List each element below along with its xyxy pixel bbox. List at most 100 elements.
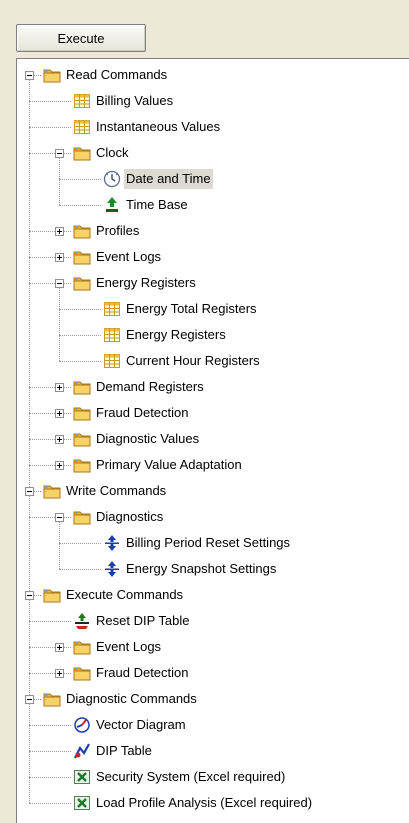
folder-icon <box>73 222 91 240</box>
expand-toggle[interactable] <box>55 253 64 262</box>
tree-connector <box>29 439 71 440</box>
tree-guide <box>29 600 30 699</box>
table-grid-icon <box>73 92 91 110</box>
tree-connector <box>34 491 41 492</box>
collapse-toggle[interactable] <box>55 279 64 288</box>
expand-toggle[interactable] <box>55 409 64 418</box>
tree-item-label[interactable]: Instantaneous Values <box>94 117 222 137</box>
tree-folder-label[interactable]: Diagnostic Commands <box>64 689 199 709</box>
time-base-icon <box>103 196 121 214</box>
tree-item-label[interactable]: Billing Period Reset Settings <box>124 533 292 553</box>
tree-connector <box>29 257 71 258</box>
table-grid-icon <box>103 326 121 344</box>
collapse-toggle[interactable] <box>25 695 34 704</box>
tree-connector <box>59 205 101 206</box>
tree-item-label[interactable]: Current Hour Registers <box>124 351 262 371</box>
excel-icon <box>73 794 91 812</box>
tree-connector <box>34 595 41 596</box>
tree-folder-label[interactable]: Demand Registers <box>94 377 206 397</box>
tree-connector <box>29 803 71 804</box>
tree-connector <box>29 647 71 648</box>
folder-icon <box>43 690 61 708</box>
tree-item-label[interactable]: DIP Table <box>94 741 154 761</box>
table-grid-icon <box>103 300 121 318</box>
expand-toggle[interactable] <box>55 669 64 678</box>
write-arrow-icon <box>103 560 121 578</box>
tree-item-label[interactable]: Security System (Excel required) <box>94 767 287 787</box>
tree-item-label[interactable]: Date and Time <box>124 169 213 189</box>
tree-connector <box>29 725 71 726</box>
collapse-toggle[interactable] <box>55 513 64 522</box>
tree-item-label[interactable]: Time Base <box>124 195 190 215</box>
tree-folder-label[interactable]: Fraud Detection <box>94 663 191 683</box>
tree-connector <box>59 179 101 180</box>
collapse-toggle[interactable] <box>25 71 34 80</box>
clock-icon <box>103 170 121 188</box>
collapse-toggle[interactable] <box>25 591 34 600</box>
tree-item-label[interactable]: Energy Snapshot Settings <box>124 559 278 579</box>
tree-connector <box>29 101 71 102</box>
tree-folder-label[interactable]: Diagnostic Values <box>94 429 201 449</box>
folder-icon <box>73 430 91 448</box>
tree-connector <box>29 231 71 232</box>
expand-toggle[interactable] <box>55 435 64 444</box>
folder-icon <box>73 144 91 162</box>
tree-item-label[interactable]: Load Profile Analysis (Excel required) <box>94 793 314 813</box>
tree-item-label[interactable]: Billing Values <box>94 91 175 111</box>
tree-connector <box>59 361 101 362</box>
folder-icon <box>73 404 91 422</box>
tree-folder-label[interactable]: Primary Value Adaptation <box>94 455 244 475</box>
tree-folder-label[interactable]: Clock <box>94 143 131 163</box>
tree-connector <box>29 283 71 284</box>
tree-connector <box>29 777 71 778</box>
tree-folder-label[interactable]: Execute Commands <box>64 585 185 605</box>
tree-folder-label[interactable]: Energy Registers <box>94 273 198 293</box>
collapse-toggle[interactable] <box>25 487 34 496</box>
folder-icon <box>73 638 91 656</box>
tree-folder-label[interactable]: Event Logs <box>94 637 163 657</box>
expand-toggle[interactable] <box>55 227 64 236</box>
tree-guide <box>29 496 30 595</box>
collapse-toggle[interactable] <box>55 149 64 158</box>
tree-connector <box>29 751 71 752</box>
folder-icon <box>43 586 61 604</box>
folder-icon <box>73 248 91 266</box>
tree-connector <box>29 387 71 388</box>
folder-icon <box>73 508 91 526</box>
tree-connector <box>29 413 71 414</box>
tree-connector <box>29 673 71 674</box>
tree-folder-label[interactable]: Profiles <box>94 221 141 241</box>
tree-guide <box>29 704 30 803</box>
tree-connector <box>29 465 71 466</box>
tree-folder-label[interactable]: Diagnostics <box>94 507 165 527</box>
tree-item-label[interactable]: Energy Total Registers <box>124 299 259 319</box>
tree-connector <box>29 153 71 154</box>
tree-folder-label[interactable]: Read Commands <box>64 65 169 85</box>
expand-toggle[interactable] <box>55 461 64 470</box>
tree-item-label[interactable]: Reset DIP Table <box>94 611 191 631</box>
execute-button[interactable]: Execute <box>16 24 146 52</box>
tree-item-label[interactable]: Vector Diagram <box>94 715 188 735</box>
tree-connector <box>29 127 71 128</box>
expand-toggle[interactable] <box>55 643 64 652</box>
tree-guide <box>59 522 60 569</box>
tree-connector <box>59 543 101 544</box>
folder-icon <box>73 664 91 682</box>
tree-item-label[interactable]: Energy Registers <box>124 325 228 345</box>
tree-guide <box>29 80 30 491</box>
excel-icon <box>73 768 91 786</box>
tree-folder-label[interactable]: Event Logs <box>94 247 163 267</box>
write-arrow-icon <box>103 534 121 552</box>
tree-connector <box>34 699 41 700</box>
tree-guide <box>59 158 60 205</box>
tree-connector <box>59 335 101 336</box>
vector-diagram-icon <box>73 716 91 734</box>
tree-connector <box>59 309 101 310</box>
tree-connector <box>29 621 71 622</box>
table-grid-icon <box>103 352 121 370</box>
expand-toggle[interactable] <box>55 383 64 392</box>
command-tree[interactable]: Read Commands Billing Values Instantaneous… <box>16 58 409 823</box>
folder-icon <box>73 274 91 292</box>
tree-folder-label[interactable]: Write Commands <box>64 481 168 501</box>
tree-folder-label[interactable]: Fraud Detection <box>94 403 191 423</box>
